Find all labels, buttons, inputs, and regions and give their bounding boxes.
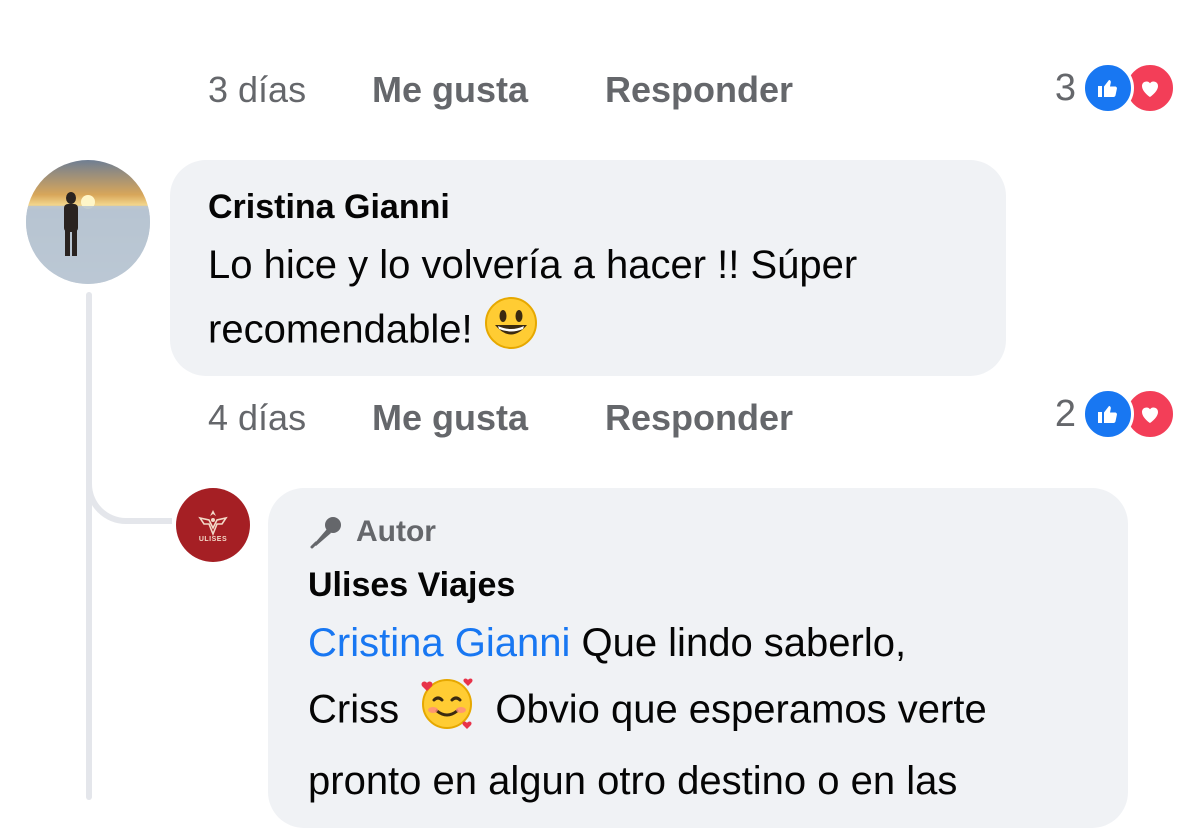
microphone-icon bbox=[308, 514, 344, 550]
mention-link[interactable]: Cristina Gianni bbox=[308, 621, 570, 665]
like-button[interactable]: Me gusta bbox=[372, 69, 605, 111]
reaction-count: 2 bbox=[1054, 392, 1076, 435]
reply-text-line2b: Obvio que esperamos verte bbox=[495, 687, 987, 732]
avatar-ulises[interactable]: ULISES bbox=[176, 488, 250, 562]
reply-button[interactable]: Responder bbox=[605, 69, 793, 111]
ulises-logo-icon bbox=[198, 509, 228, 536]
comment-author[interactable]: Cristina Gianni bbox=[208, 188, 450, 227]
reply-text: Cristina Gianni Que lindo saberlo, Criss bbox=[308, 612, 1108, 812]
comment-text: Lo hice y lo volvería a hacer !! Súper r… bbox=[208, 234, 988, 368]
reply-text-line2a: Criss bbox=[308, 687, 400, 732]
comment-time[interactable]: 3 días bbox=[208, 69, 372, 111]
smiling-face-with-hearts-icon bbox=[418, 674, 476, 750]
reply-button[interactable]: Responder bbox=[605, 397, 793, 439]
comment-time[interactable]: 4 días bbox=[208, 397, 372, 439]
avatar-logo-text: ULISES bbox=[198, 535, 228, 543]
reaction-summary-top[interactable]: 3 bbox=[1055, 58, 1176, 118]
comment-actions-top: 3 días Me gusta Responder bbox=[208, 60, 793, 120]
grinning-face-icon bbox=[484, 296, 538, 368]
comment-actions-cristina: 4 días Me gusta Responder bbox=[208, 388, 793, 448]
reaction-count: 3 bbox=[1054, 66, 1076, 109]
thread-connector bbox=[86, 470, 172, 524]
like-reaction-icon bbox=[1082, 62, 1134, 114]
reply-text-line1: Que lindo saberlo, bbox=[581, 621, 907, 665]
avatar-cristina[interactable] bbox=[26, 160, 150, 284]
reply-text-line3: pronto en algun otro destino o en las bbox=[308, 759, 958, 803]
thread-line bbox=[86, 292, 92, 800]
like-reaction-icon bbox=[1082, 388, 1134, 440]
reply-bubble-ulises: Autor Ulises Viajes Cristina Gianni Que … bbox=[268, 488, 1128, 828]
author-badge-label: Autor bbox=[356, 515, 436, 548]
reaction-summary-cristina[interactable]: 2 bbox=[1055, 384, 1176, 444]
author-badge: Autor bbox=[308, 514, 436, 550]
reply-author[interactable]: Ulises Viajes bbox=[308, 566, 515, 605]
comment-bubble-cristina: Cristina Gianni Lo hice y lo volvería a … bbox=[170, 160, 1006, 376]
like-button[interactable]: Me gusta bbox=[372, 397, 605, 439]
